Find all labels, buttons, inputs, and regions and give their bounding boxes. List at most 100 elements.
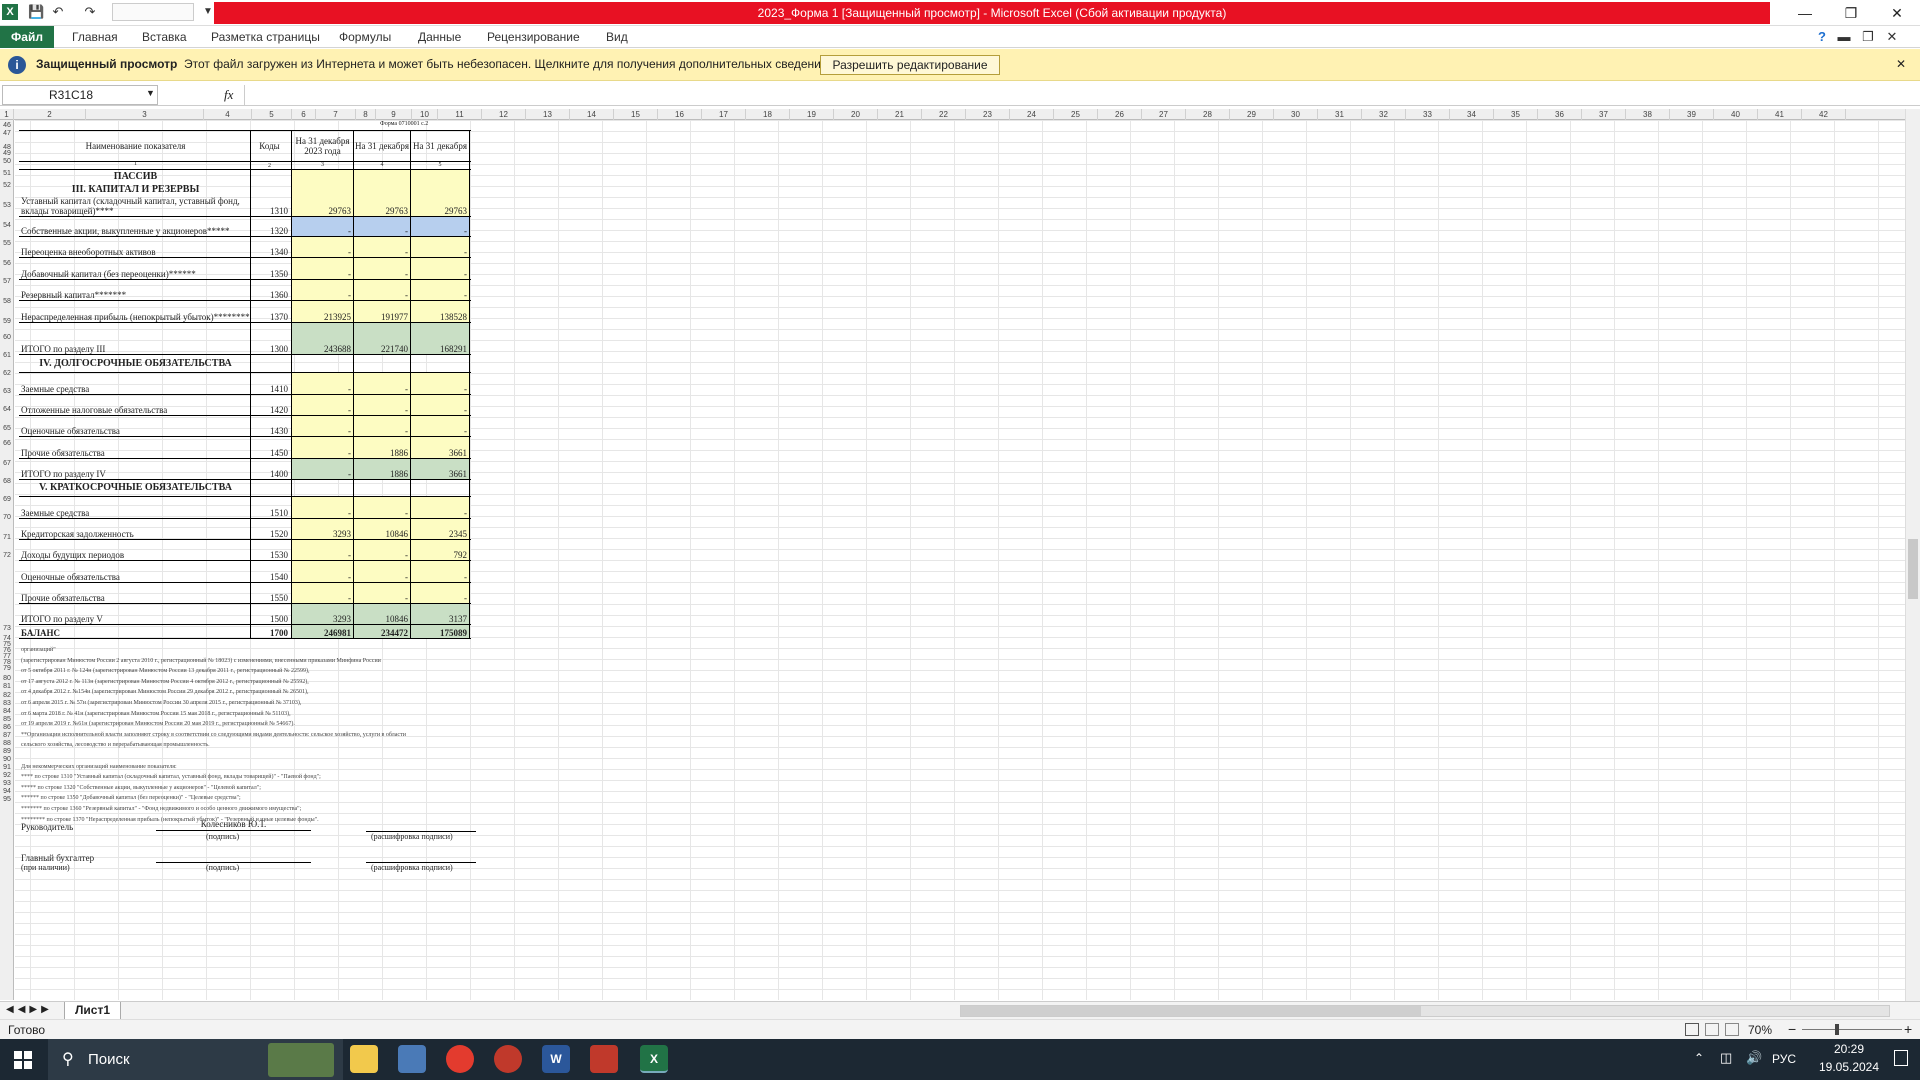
row-header[interactable]: 71 [0,534,14,541]
form-row-name[interactable]: Прочие обязательства [19,437,251,458]
row-header[interactable]: 72 [0,552,14,559]
form-row-v3[interactable]: - [411,561,470,582]
row-header[interactable]: 69 [0,496,14,503]
column-header[interactable]: 18 [746,109,790,120]
form-row-v3[interactable]: 168291 [411,323,470,354]
row-header[interactable]: 54 [0,222,14,229]
row-header[interactable]: 92 [0,772,14,779]
column-header[interactable]: 33 [1406,109,1450,120]
form-row-v3[interactable]: 792 [411,540,470,560]
column-header[interactable]: 5 [252,109,292,120]
form-row-v3[interactable]: - [411,217,470,236]
page-layout-view-icon[interactable] [1705,1023,1719,1036]
form-row-v2[interactable]: - [354,561,411,582]
normal-view-icon[interactable] [1685,1023,1699,1036]
tab-home[interactable]: Главная [64,26,126,48]
zoom-slider-thumb[interactable] [1835,1024,1839,1035]
yandex-browser-icon[interactable] [494,1045,522,1073]
notifications-icon[interactable] [1894,1050,1908,1066]
form-row-code[interactable]: 1340 [251,237,292,257]
row-header[interactable]: 53 [0,202,14,209]
row-header[interactable]: 87 [0,732,14,739]
column-header[interactable]: 22 [922,109,966,120]
column-header[interactable]: 39 [1670,109,1714,120]
sheet-nav-icon[interactable]: ◀◀▶▶ [6,1004,53,1015]
ribbon-min-icon[interactable]: ▬ [1836,29,1852,45]
form-row-v3[interactable]: 138528 [411,301,470,322]
row-header[interactable]: 66 [0,440,14,447]
language-indicator[interactable]: РУС [1772,1052,1796,1066]
row-header[interactable]: 89 [0,748,14,755]
column-header[interactable]: 32 [1362,109,1406,120]
form-row-v3[interactable]: - [411,497,470,518]
form-row-v1[interactable]: 3293 [292,604,354,624]
form-row-v2[interactable]: 221740 [354,323,411,354]
form-row-code[interactable]: 1350 [251,258,292,279]
form-row-v2[interactable]: - [354,540,411,560]
form-row-name[interactable]: Доходы будущих периодов [19,540,251,560]
form-row-v2[interactable]: - [354,497,411,518]
row-header[interactable]: 80 [0,675,14,682]
form-row-code[interactable]: 1400 [251,459,292,479]
row-header[interactable]: 82 [0,692,14,699]
form-row-v1[interactable]: 213925 [292,301,354,322]
help-icon[interactable]: ? [1814,29,1830,45]
column-header[interactable]: 23 [966,109,1010,120]
form-row-name[interactable]: Уставный капитал (складочный капитал, ус… [19,195,251,216]
form-row-v1[interactable]: - [292,258,354,279]
name-box-dropdown-icon[interactable]: ▼ [146,88,155,98]
form-row-name[interactable]: Оценочные обязательства [19,416,251,436]
tab-data[interactable]: Данные [410,26,469,48]
form-row-v2[interactable]: 10846 [354,604,411,624]
zoom-level[interactable]: 70% [1748,1023,1772,1037]
column-header[interactable]: 1 [0,109,14,120]
save-icon[interactable]: 💾 [28,4,44,20]
network-icon[interactable]: ◫ [1720,1050,1732,1066]
file-explorer-icon[interactable] [350,1045,378,1073]
form-row-v1[interactable]: - [292,437,354,458]
form-row-name[interactable]: Добавочный капитал (без переоценки)*****… [19,258,251,279]
row-header[interactable]: 67 [0,460,14,467]
form-row-v3[interactable]: 3137 [411,604,470,624]
form-row-code[interactable]: 1700 [251,625,292,638]
column-header[interactable]: 15 [614,109,658,120]
form-row-v2[interactable]: 29763 [354,195,411,216]
column-header[interactable]: 26 [1098,109,1142,120]
row-header[interactable]: 91 [0,764,14,771]
form-row-v1[interactable]: - [292,561,354,582]
column-header[interactable]: 19 [790,109,834,120]
row-header[interactable]: 94 [0,788,14,795]
close-bar-icon[interactable]: ✕ [1896,57,1906,71]
form-row-name[interactable]: Переоценка внеоборотных активов [19,237,251,257]
form-row-v1[interactable]: - [292,217,354,236]
column-header[interactable]: 31 [1318,109,1362,120]
form-row-name[interactable]: БАЛАНС [19,625,251,638]
form-row-name[interactable]: Заемные средства [19,373,251,394]
column-header[interactable]: 3 [86,109,204,120]
form-row-v1[interactable]: 3293 [292,519,354,539]
form-row-v2[interactable]: - [354,217,411,236]
tab-view[interactable]: Вид [598,26,636,48]
word-icon[interactable]: W [542,1045,570,1073]
form-row-code[interactable]: 1370 [251,301,292,322]
form-row-v3[interactable]: - [411,237,470,257]
form-row-v1[interactable]: - [292,237,354,257]
form-row-v2[interactable]: - [354,237,411,257]
sheet-tab-list1[interactable]: Лист1 [64,1002,122,1020]
form-row-v2[interactable]: 191977 [354,301,411,322]
tab-insert[interactable]: Вставка [134,26,195,48]
form-row-v2[interactable]: 234472 [354,625,411,638]
minimize-button[interactable]: — [1782,0,1828,26]
column-header[interactable]: 20 [834,109,878,120]
row-header[interactable]: 64 [0,406,14,413]
column-header[interactable]: 29 [1230,109,1274,120]
clock-time[interactable]: 20:29 [1812,1042,1886,1056]
row-header[interactable]: 85 [0,716,14,723]
form-row-code[interactable]: 1450 [251,437,292,458]
form-row-v1[interactable]: - [292,416,354,436]
form-row-v3[interactable]: 29763 [411,195,470,216]
form-row-code[interactable]: 1510 [251,497,292,518]
form-row-name[interactable]: ИТОГО по разделу V [19,604,251,624]
form-row-v1[interactable]: - [292,459,354,479]
form-row-code[interactable]: 1540 [251,561,292,582]
